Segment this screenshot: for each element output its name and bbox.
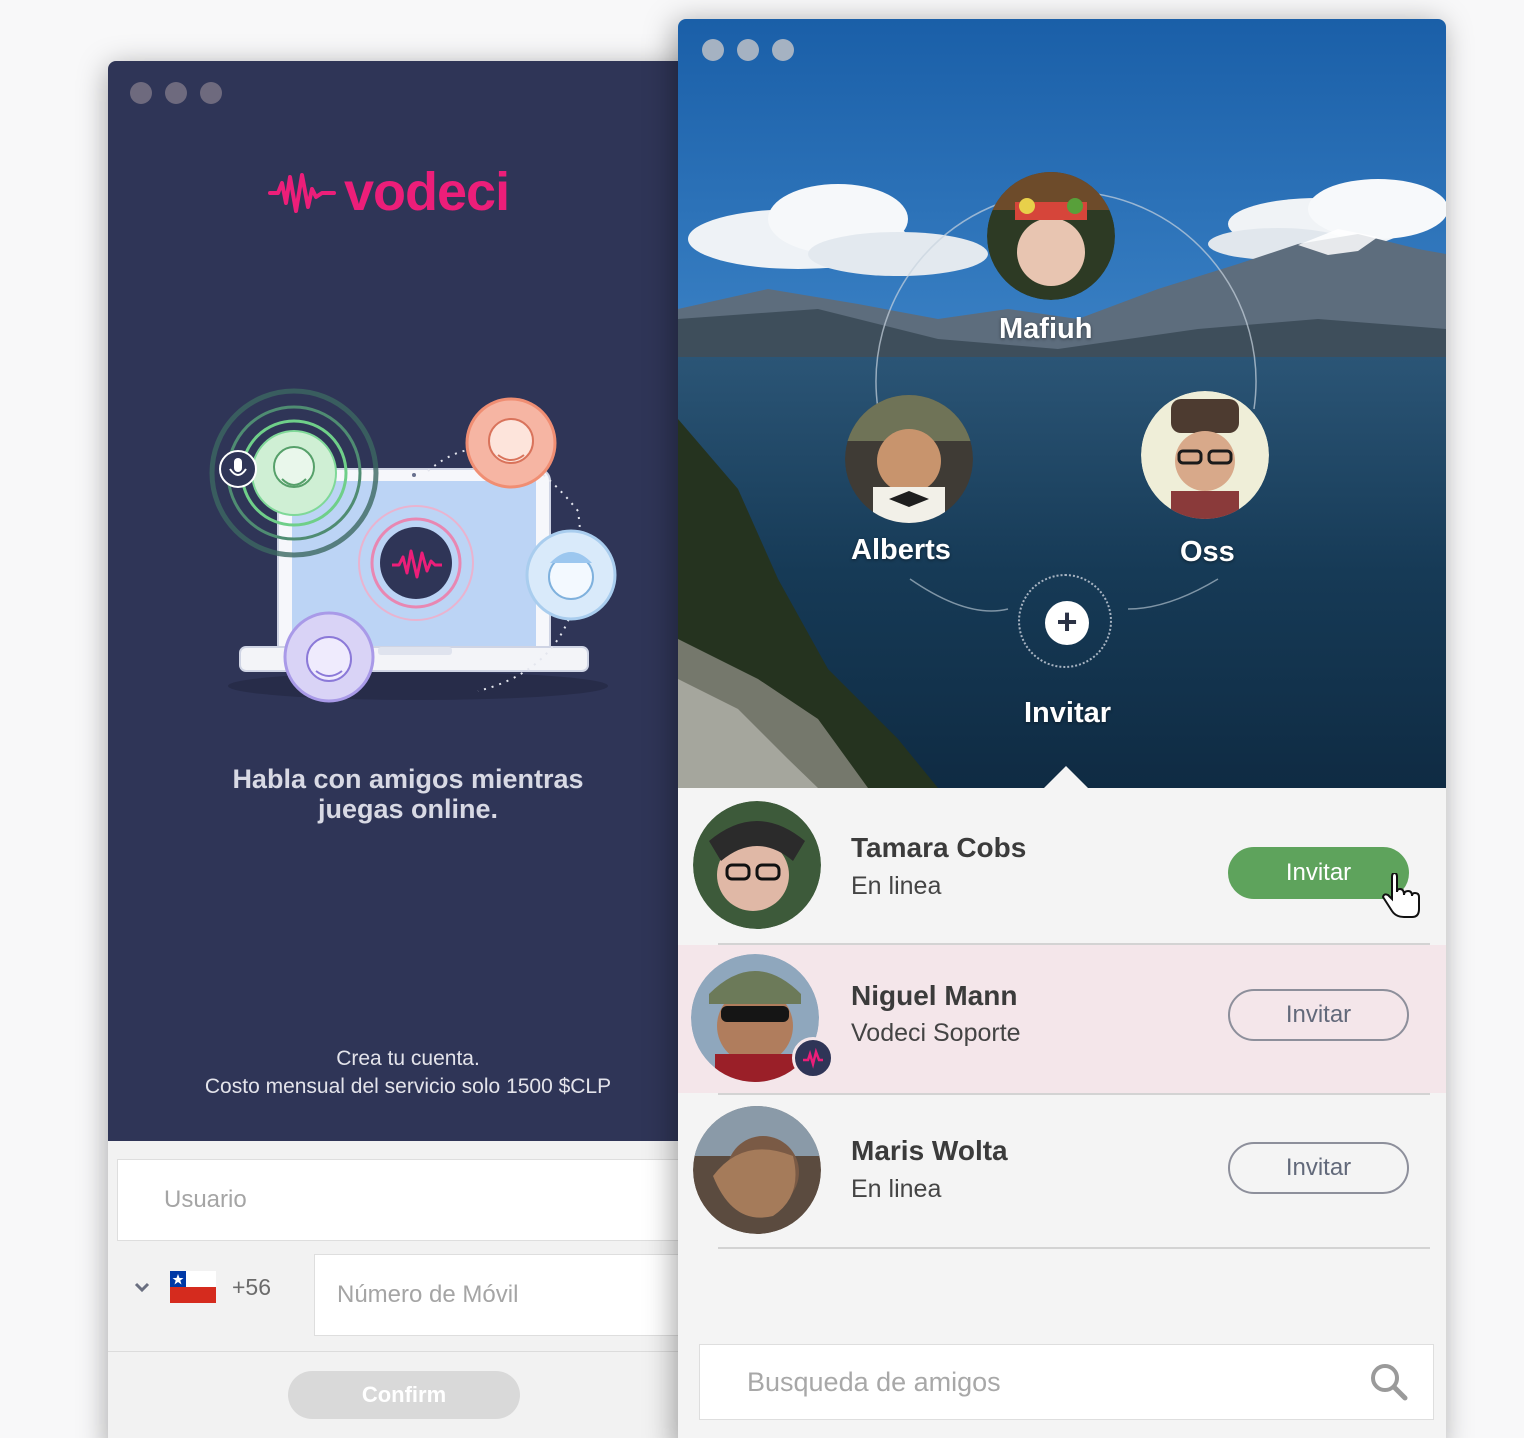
invite-add-button[interactable]: +: [1018, 574, 1112, 668]
invite-label: Invitar: [1024, 697, 1112, 729]
search-placeholder: Busqueda de amigos: [747, 1367, 1001, 1397]
pricing-line-2: Costo mensual del servicio solo 1500 $CL…: [204, 1075, 612, 1098]
window-controls: [130, 82, 222, 104]
window-controls: [702, 39, 794, 61]
confirm-button[interactable]: Confirm: [288, 1371, 520, 1419]
brand-wordmark: vodeci: [344, 162, 510, 222]
pricing-line-1: Crea tu cuenta.: [336, 1047, 480, 1070]
list-item[interactable]: Niguel Mann Vodeci Soporte Invitar: [678, 945, 1446, 1093]
invite-button[interactable]: Invitar: [1228, 989, 1409, 1041]
pointer-cursor-icon: [1382, 873, 1420, 918]
close-dot[interactable]: [702, 39, 724, 61]
avatar-alberts[interactable]: [845, 395, 973, 523]
friend-search-input[interactable]: Busqueda de amigos: [699, 1344, 1434, 1420]
pricing-text: Crea tu cuenta. Costo mensual del servic…: [108, 1045, 708, 1101]
circle-friend-name: Oss: [1180, 536, 1235, 568]
signup-window: vodeci Habla con amigos mientras juegas …: [108, 61, 748, 1438]
friend-status: En linea: [851, 1175, 942, 1203]
list-item[interactable]: Maris Wolta En linea Invitar: [678, 1095, 1446, 1247]
circle-friend-name: Alberts: [851, 534, 951, 566]
waveform-logo-icon: [268, 173, 336, 213]
brand-logo: vodeci: [268, 161, 510, 223]
tagline-text: Habla con amigos mientras juegas online.: [232, 764, 584, 824]
circle-friend-name: Mafiuh: [999, 313, 1093, 345]
search-icon[interactable]: [1368, 1361, 1410, 1403]
row-divider: [718, 1247, 1430, 1249]
hero-illustration: [209, 388, 617, 703]
close-dot[interactable]: [130, 82, 152, 104]
lake-background-image: [678, 19, 1446, 788]
list-item[interactable]: Tamara Cobs En linea Invitar: [678, 788, 1446, 944]
friend-status: Vodeci Soporte: [851, 1019, 1021, 1047]
dial-code: +56: [232, 1273, 272, 1300]
minimize-dot[interactable]: [165, 82, 187, 104]
username-input[interactable]: Usuario: [117, 1159, 748, 1241]
friend-status: En linea: [851, 872, 942, 900]
minimize-dot[interactable]: [737, 39, 759, 61]
avatar: [693, 1106, 821, 1234]
chile-flag-icon: [170, 1271, 216, 1303]
friend-name: Maris Wolta: [851, 1135, 1008, 1166]
friend-name: Niguel Mann: [851, 980, 1018, 1011]
signup-form: Usuario +56 Número de Móvil Confirm: [108, 1141, 748, 1438]
friends-window: Mafiuh Alberts Oss + Invitar Tamara Cobs…: [678, 19, 1446, 1438]
chevron-down-icon[interactable]: [134, 1277, 154, 1298]
avatar-oss[interactable]: [1141, 391, 1269, 519]
invite-button[interactable]: Invitar: [1228, 1142, 1409, 1194]
zoom-dot[interactable]: [772, 39, 794, 61]
plus-icon: +: [1045, 601, 1089, 645]
friend-name: Tamara Cobs: [851, 832, 1027, 863]
zoom-dot[interactable]: [200, 82, 222, 104]
country-selector[interactable]: +56: [134, 1271, 271, 1303]
support-badge-icon: [792, 1037, 834, 1079]
avatar: [693, 801, 821, 929]
avatar-mafiuh[interactable]: [987, 172, 1115, 300]
form-divider: [108, 1351, 748, 1352]
